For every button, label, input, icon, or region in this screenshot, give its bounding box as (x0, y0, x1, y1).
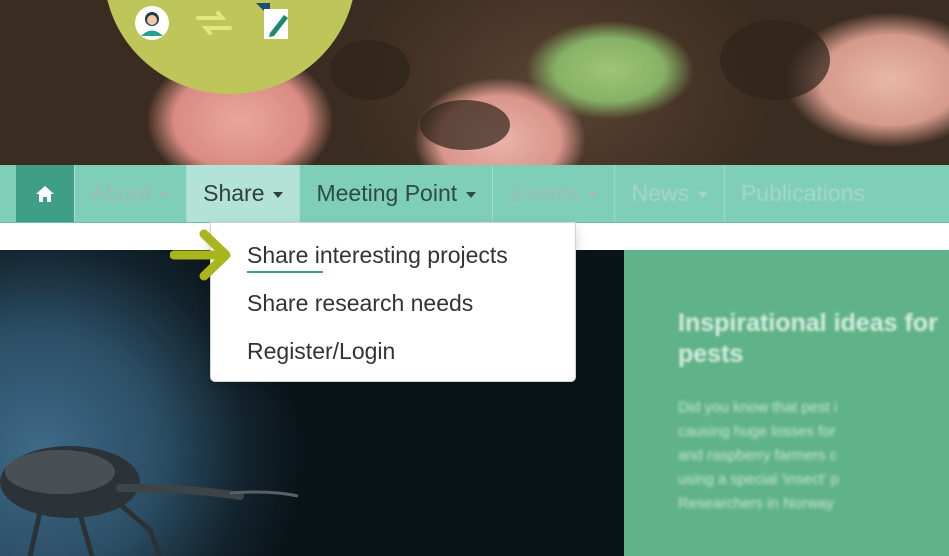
nav-item-label: Meeting Point (316, 180, 458, 206)
feature-text: Did you know that pest i causing huge lo… (678, 399, 839, 512)
nav-item-meeting-point[interactable]: Meeting Point (299, 165, 492, 222)
menu-item-share-interesting-projects[interactable]: Share interesting projects (247, 242, 508, 269)
caret-down-icon (466, 192, 477, 198)
document-pen-icon (256, 3, 296, 43)
nav-item-label: Events (509, 180, 580, 206)
share-dropdown-menu: Share interesting projects Share researc… (210, 222, 576, 382)
nav-item-label: About (91, 180, 152, 206)
caret-down-icon (588, 192, 599, 198)
menu-item-underline (247, 271, 323, 273)
nav-item-news[interactable]: News (614, 165, 724, 222)
nav-item-events[interactable]: Events (492, 165, 614, 222)
feature-panel: Inspirational ideas for pests Did you kn… (624, 250, 949, 556)
nav-item-publications[interactable]: Publications (723, 165, 881, 222)
pointer-arrow-icon (170, 229, 231, 281)
nav-home-button[interactable] (16, 165, 74, 222)
nav-item-about[interactable]: About (74, 165, 186, 222)
nav-item-label: News (631, 180, 689, 206)
caret-down-icon (160, 192, 171, 198)
feature-title[interactable]: Inspirational ideas for pests (678, 308, 938, 370)
person-icon (132, 3, 172, 43)
menu-item-register-login[interactable]: Register/Login (247, 338, 395, 365)
nav-item-label: Publications (740, 180, 865, 206)
caret-down-icon (273, 192, 284, 198)
nav-item-share[interactable]: Share (186, 165, 300, 222)
menu-item-share-research-needs[interactable]: Share research needs (247, 290, 473, 317)
badge-icons (132, 0, 296, 46)
exchange-arrows-icon (194, 3, 234, 43)
nav-item-label: Share (203, 180, 265, 206)
home-icon (36, 185, 54, 202)
caret-down-icon (697, 192, 708, 198)
main-navbar: About Share Meeting Point Events News Pu… (0, 165, 949, 223)
